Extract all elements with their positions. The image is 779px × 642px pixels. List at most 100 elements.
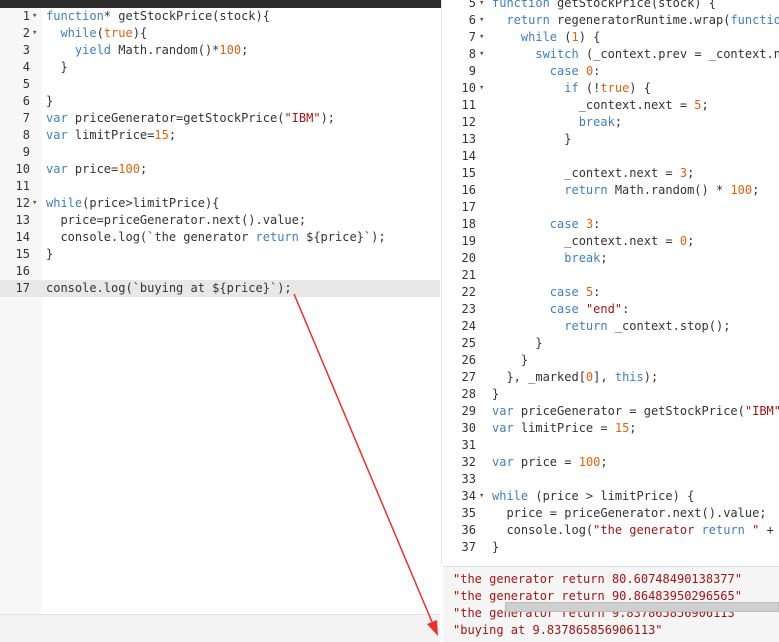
line-number: 4 (22, 60, 30, 74)
source-code-lines[interactable]: 1 ▾ function* getStockPrice(stock){2 ▾ whil… (0, 8, 440, 297)
line-number: 37 (461, 540, 476, 554)
source-line[interactable]: 16 (0, 263, 440, 280)
line-number: 1 (22, 9, 30, 23)
line-number: 27 (461, 370, 476, 384)
source-line[interactable]: 15} (0, 246, 440, 263)
code-text: function* getStockPrice(stock){ (46, 9, 270, 23)
fold-toggle-icon[interactable]: ▾ (479, 488, 489, 505)
line-number: 31 (461, 438, 476, 452)
code-text: function getStockPrice(stock) { (492, 0, 716, 10)
compiled-line[interactable]: 19 _context.next = 0; (442, 233, 779, 250)
compiled-output-panel[interactable]: 5 ▾ function getStockPrice(stock) {6 ▾ retu… (441, 0, 779, 566)
compiled-line[interactable]: 7 ▾ while (1) { (442, 29, 779, 46)
compiled-code-lines[interactable]: 5 ▾ function getStockPrice(stock) {6 ▾ retu… (442, 0, 779, 556)
line-number: 36 (461, 523, 476, 537)
source-line[interactable]: 9 (0, 144, 440, 161)
code-text: } (46, 94, 54, 108)
code-text: } (46, 247, 54, 261)
line-number: 13 (15, 213, 30, 227)
fold-toggle-icon[interactable]: ▾ (479, 12, 489, 29)
compiled-line[interactable]: 30 var limitPrice = 15; (442, 420, 779, 437)
fold-toggle-icon[interactable]: ▾ (32, 8, 42, 25)
code-text: case 3: (549, 217, 601, 231)
code-text: console.log("the generator return " + pr… (492, 523, 774, 537)
source-editor[interactable]: 1 ▾ function* getStockPrice(stock){2 ▾ whil… (0, 8, 440, 614)
code-text: } (46, 60, 68, 74)
compiled-line[interactable]: 27 }, _marked[0], this); (442, 369, 779, 386)
compiled-line[interactable]: 24 return _context.stop(); (442, 318, 779, 335)
compiled-line[interactable]: 25 } (442, 335, 779, 352)
compiled-line[interactable]: 20 break; (442, 250, 779, 267)
line-number: 35 (461, 506, 476, 520)
line-number: 7 (22, 111, 30, 125)
source-line[interactable]: 3 yield Math.random()*100; (0, 42, 440, 59)
source-line[interactable]: 13 price=priceGenerator.next().value; (0, 212, 440, 229)
compiled-line[interactable]: 33 (442, 471, 779, 488)
code-text: return Math.random() * 100; (564, 183, 760, 197)
compiled-line[interactable]: 22 case 5: (442, 284, 779, 301)
source-line[interactable]: 8 var limitPrice=15; (0, 127, 440, 144)
console-panel[interactable]: "the generator return 80.60748490138377"… (443, 566, 779, 642)
line-number: 26 (461, 353, 476, 367)
fold-toggle-icon[interactable]: ▾ (479, 0, 489, 12)
code-text: break; (578, 115, 623, 129)
compiled-line[interactable]: 11 _context.next = 5; (442, 97, 779, 114)
line-number: 24 (461, 319, 476, 333)
compiled-line[interactable]: 9 case 0: (442, 63, 779, 80)
fold-toggle-icon[interactable]: ▾ (32, 195, 42, 212)
source-line[interactable]: 7 var priceGenerator=getStockPrice("IBM")… (0, 110, 440, 127)
line-number: 12 (15, 196, 30, 210)
compiled-line[interactable]: 32 var price = 100; (442, 454, 779, 471)
source-line[interactable]: 6} (0, 93, 440, 110)
source-line[interactable]: 11 (0, 178, 440, 195)
compiled-line[interactable]: 6 ▾ return regeneratorRuntime.wrap(functi… (442, 12, 779, 29)
compiled-line[interactable]: 16 return Math.random() * 100; (442, 182, 779, 199)
source-line[interactable]: 14 console.log(`the generator return ${p… (0, 229, 440, 246)
line-number: 3 (22, 43, 30, 57)
code-text: var price=100; (46, 162, 148, 176)
compiled-line[interactable]: 28} (442, 386, 779, 403)
compiled-line[interactable]: 13 } (442, 131, 779, 148)
line-number: 9 (468, 64, 476, 78)
compiled-line[interactable]: 17 (442, 199, 779, 216)
line-number: 17 (461, 200, 476, 214)
code-text: _context.next = 3; (492, 166, 695, 180)
compiled-line[interactable]: 34 ▾ while (price > limitPrice) { (442, 488, 779, 505)
source-line[interactable]: 10 var price=100; (0, 161, 440, 178)
compiled-line[interactable]: 12 break; (442, 114, 779, 131)
fold-toggle-icon[interactable]: ▾ (32, 25, 42, 42)
compiled-line[interactable]: 29 var priceGenerator = getStockPrice("IB… (442, 403, 779, 420)
compiled-line[interactable]: 31 (442, 437, 779, 454)
compiled-line[interactable]: 37} (442, 539, 779, 556)
compiled-line[interactable]: 8▾ switch (_context.prev = _context.next… (442, 46, 779, 63)
compiled-line[interactable]: 35 price = priceGenerator.next().value; (442, 505, 779, 522)
compiled-line[interactable]: 21 (442, 267, 779, 284)
compiled-line[interactable]: 5 ▾ function getStockPrice(stock) { (442, 0, 779, 12)
compiled-line[interactable]: 23 case "end": (442, 301, 779, 318)
fold-toggle-icon[interactable]: ▾ (479, 46, 489, 63)
code-text: var price = 100; (492, 455, 608, 469)
fold-toggle-icon[interactable]: ▾ (479, 29, 489, 46)
source-line[interactable]: 12 ▾ while(price>limitPrice){ (0, 195, 440, 212)
line-number: 10 (15, 162, 30, 176)
compiled-line[interactable]: 36 console.log("the generator return " +… (442, 522, 779, 539)
line-number: 13 (461, 132, 476, 146)
code-text: if (!true) { (564, 81, 651, 95)
compiled-line[interactable]: 26 } (442, 352, 779, 369)
compiled-line[interactable]: 15 _context.next = 3; (442, 165, 779, 182)
source-line[interactable]: 1 ▾ function* getStockPrice(stock){ (0, 8, 440, 25)
source-line[interactable]: 2 ▾ while(true){ (0, 25, 440, 42)
compiled-line[interactable]: 10 ▾ if (!true) { (442, 80, 779, 97)
code-text: while (price > limitPrice) { (492, 489, 695, 503)
horizontal-scrollbar[interactable] (505, 602, 779, 612)
line-number: 10 (461, 81, 476, 95)
source-line[interactable]: 5 (0, 76, 440, 93)
fold-toggle-icon[interactable]: ▾ (479, 80, 489, 97)
line-number: 11 (15, 179, 30, 193)
source-line[interactable]: 17 console.log(`buying at ${price}`); (0, 280, 440, 297)
line-number: 9 (22, 145, 30, 159)
code-text: yield Math.random()*100; (74, 43, 249, 57)
source-line[interactable]: 4 } (0, 59, 440, 76)
compiled-line[interactable]: 14 (442, 148, 779, 165)
compiled-line[interactable]: 18 case 3: (442, 216, 779, 233)
